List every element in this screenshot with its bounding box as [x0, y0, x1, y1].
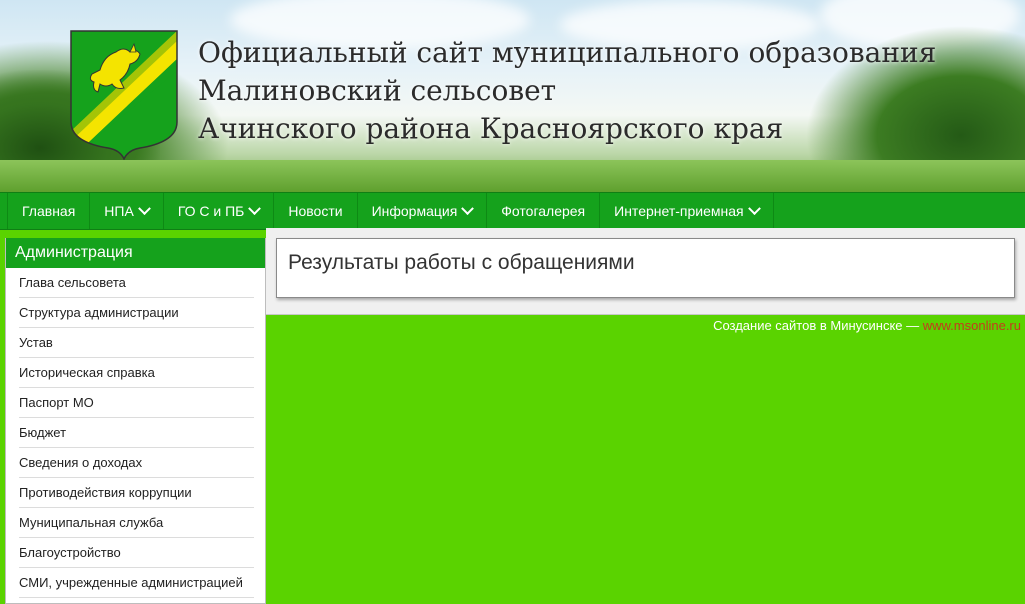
- footer-credit-text: Создание сайтов в Минусинске —: [713, 318, 923, 333]
- site-title-line: Официальный сайт муниципального образова…: [198, 36, 937, 69]
- nav-item-go[interactable]: ГО С и ПБ: [164, 193, 275, 229]
- nav-item-gallery[interactable]: Фотогалерея: [487, 193, 601, 229]
- footer-credit: Создание сайтов в Минусинске — www.msonl…: [713, 318, 1021, 333]
- sidebar-item[interactable]: Муниципальная служба: [19, 508, 254, 538]
- sidebar-item[interactable]: Противодействия коррупции: [19, 478, 254, 508]
- sidebar: Администрация Глава сельсовета Структура…: [5, 238, 266, 604]
- header-field: [0, 160, 1025, 192]
- nav-item-label: Новости: [288, 203, 343, 219]
- site-header: Официальный сайт муниципального образова…: [0, 0, 1025, 192]
- nav-item-home[interactable]: Главная: [8, 193, 91, 229]
- content-card: Результаты работы с обращениями: [276, 238, 1015, 298]
- nav-item-news[interactable]: Новости: [274, 193, 358, 229]
- chevron-down-icon: [248, 201, 262, 215]
- sidebar-item[interactable]: Глава сельсовета: [19, 268, 254, 298]
- nav-item-label: Главная: [22, 203, 76, 219]
- nav-item-label: Информация: [371, 203, 458, 219]
- sidebar-title: Администрация: [6, 238, 265, 268]
- nav-item-npa[interactable]: НПА: [90, 193, 164, 229]
- sidebar-item[interactable]: Благоустройство: [19, 538, 254, 568]
- sidebar-item[interactable]: СМИ, учрежденные администрацией: [19, 568, 254, 598]
- main-nav: Главная НПА ГО С и ПБ Новости Информация…: [0, 192, 1025, 230]
- nav-item-info[interactable]: Информация: [358, 193, 488, 229]
- site-title-line: Малиновский сельсовет: [198, 74, 557, 107]
- nav-item-label: НПА: [104, 203, 134, 219]
- footer-credit-link[interactable]: www.msonline.ru: [923, 318, 1021, 333]
- sidebar-item[interactable]: Паспорт МО: [19, 388, 254, 418]
- nav-item-label: ГО С и ПБ: [177, 203, 245, 219]
- sidebar-item[interactable]: Историческая справка: [19, 358, 254, 388]
- sidebar-list: Глава сельсовета Структура администрации…: [6, 268, 265, 598]
- sidebar-item[interactable]: Устав: [19, 328, 254, 358]
- nav-item-reception[interactable]: Интернет-приемная: [600, 193, 774, 229]
- sidebar-item[interactable]: Сведения о доходах: [19, 448, 254, 478]
- coat-of-arms-logo[interactable]: [70, 30, 178, 160]
- sidebar-item[interactable]: Бюджет: [19, 418, 254, 448]
- chevron-down-icon: [461, 201, 475, 215]
- sidebar-item[interactable]: Структура администрации: [19, 298, 254, 328]
- nav-item-label: Фотогалерея: [501, 203, 586, 219]
- chevron-down-icon: [747, 201, 761, 215]
- nav-item-label: Интернет-приемная: [614, 203, 744, 219]
- chevron-down-icon: [137, 201, 151, 215]
- page-title: Результаты работы с обращениями: [288, 251, 635, 274]
- site-title: Официальный сайт муниципального образова…: [198, 34, 936, 148]
- site-title-line: Ачинского района Красноярского края: [198, 112, 784, 145]
